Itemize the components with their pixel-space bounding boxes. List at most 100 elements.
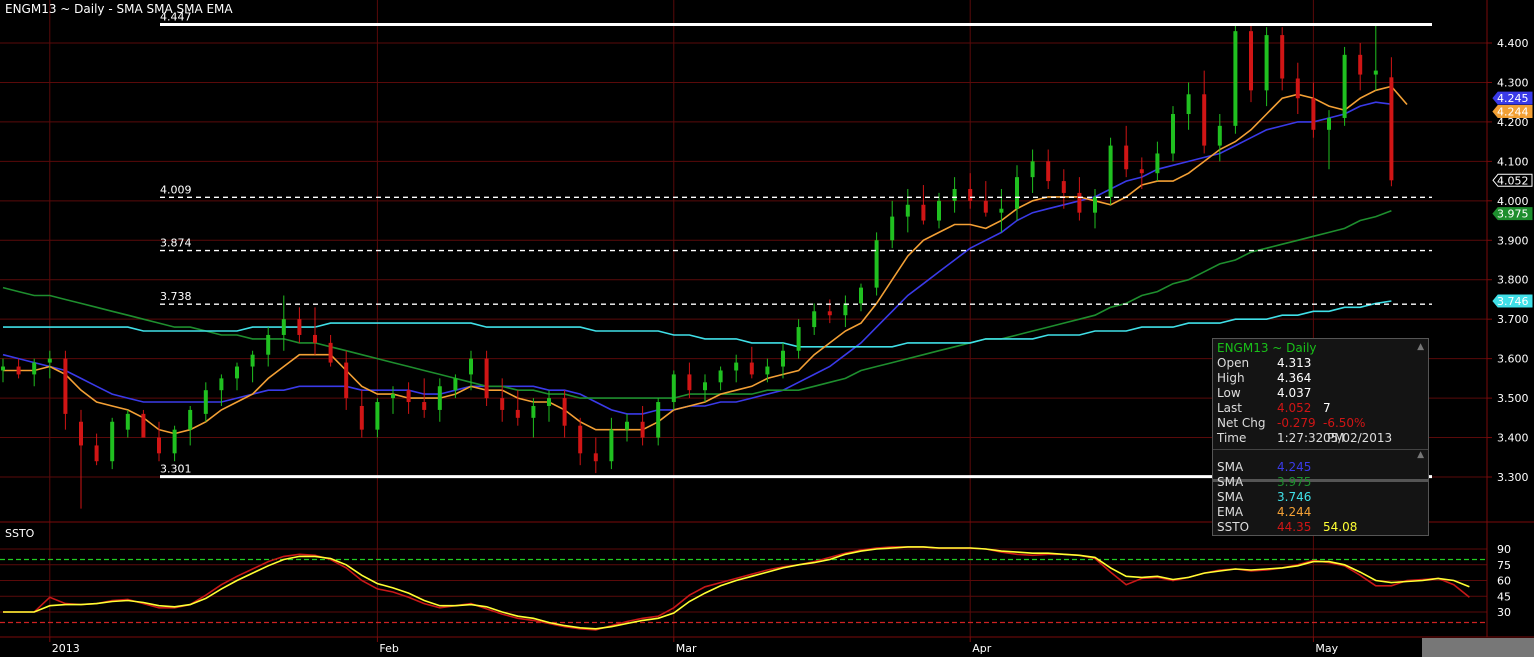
data-window-label: High [1217,371,1277,386]
candle-body [1249,31,1253,90]
candle-body [391,394,395,398]
candle-body [95,445,99,461]
data-window-label: SMA [1217,460,1277,475]
candle-body [625,422,629,430]
y-tick-label: 4.100 [1497,155,1529,168]
candle-body [48,359,52,363]
y-tick-label: 3.800 [1497,274,1529,287]
y-tick-label: 4.300 [1497,76,1529,89]
candle-body [79,422,83,446]
candle-body [687,374,691,390]
candle-body [1077,193,1081,213]
data-window-label: Net Chg [1217,416,1277,431]
data-window-label: SSTO [1217,520,1277,535]
data-window-value: 4.245 [1277,460,1357,475]
y-tick-label: 3.600 [1497,353,1529,366]
collapse-caret-icon[interactable]: ▲ [1417,342,1424,352]
candle-body [469,359,473,375]
candle-body [251,355,255,367]
ssto-tick-label: 60 [1497,575,1511,588]
candle-body [906,205,910,217]
data-window-label: Last [1217,401,1277,416]
divider [1213,449,1428,450]
candle-body [1155,153,1159,173]
data-window-extra-value: 05/02/2013 [1323,431,1413,446]
chart-background [0,0,1534,657]
data-window-label: Low [1217,386,1277,401]
scroll-thumb[interactable] [1422,638,1534,657]
ssto-tick-label: 30 [1497,606,1511,619]
candle-body [531,406,535,418]
data-window-row: SSTO44.3554.08 [1217,520,1417,535]
candle-body [344,363,348,399]
candle-body [375,402,379,430]
data-window-row: Time1:27:32 PM05/02/2013 [1217,431,1417,446]
collapse-caret-icon[interactable]: ▲ [1417,450,1424,460]
candle-body [765,367,769,375]
candle-body [453,378,457,390]
data-window-row: Open4.313 [1217,356,1417,371]
candle-body [719,370,723,382]
candle-body [204,390,208,414]
ssto-tick-label: 45 [1497,590,1511,603]
candle-body [219,378,223,390]
candle-body [641,422,645,438]
x-tick-label: May [1315,642,1338,655]
candle-body [1,367,5,371]
ssto-label: SSTO [5,527,35,540]
candle-body [859,288,863,304]
candle-body [32,363,36,375]
level-label: 3.874 [160,237,192,250]
candle-body [734,363,738,371]
data-window-row: Last4.0527 [1217,401,1417,416]
candle-body [843,303,847,315]
candle-body [1296,79,1300,99]
chart-title: ENGM13 ~ Daily - SMA SMA SMA EMA [5,2,233,16]
level-label: 4.009 [160,183,192,196]
data-window-title: ENGM13 ~ Daily [1217,341,1317,355]
candle-body [875,240,879,287]
candle-body [1031,161,1035,177]
candle-body [422,402,426,410]
data-window-value: 4.037 [1277,386,1357,401]
candle-body [157,438,161,454]
candle-body [1374,71,1378,75]
candle-body [1311,98,1315,130]
candle-body [594,453,598,461]
x-tick-label: Apr [972,642,992,655]
data-window-extra-value: 7 [1323,401,1413,416]
data-window-extra-value: 54.08 [1323,520,1413,535]
data-window-value: 4.313 [1277,356,1357,371]
candle-body [1343,55,1347,118]
candle-body [656,402,660,438]
candle-body [63,359,67,414]
price-marker-label: 3.746 [1497,295,1529,308]
data-window-row: Low4.037 [1217,386,1417,401]
y-tick-label: 3.700 [1497,313,1529,326]
candle-body [1109,146,1113,197]
candle-body [516,410,520,418]
candle-body [110,422,114,461]
data-window-value: 4.244 [1277,505,1357,520]
candle-body [1218,126,1222,146]
level-label: 3.738 [160,290,192,303]
data-window[interactable]: ENGM13 ~ Daily ▲ Open4.313High4.364Low4.… [1212,338,1429,536]
candle-body [1140,169,1144,173]
candle-body [1389,77,1393,180]
candle-body [1062,181,1066,193]
y-tick-label: 4.000 [1497,195,1529,208]
data-window-label: Open [1217,356,1277,371]
candle-body [438,386,442,410]
candle-body [1233,31,1237,126]
candle-body [188,410,192,430]
data-window-row: Net Chg-0.279-6.50% [1217,416,1417,431]
candle-body [563,398,567,426]
candle-body [485,359,489,398]
candle-body [266,335,270,355]
candle-body [750,363,754,375]
candle-body [937,201,941,221]
candle-body [921,205,925,221]
candle-body [781,351,785,367]
price-marker-label: 4.244 [1497,106,1529,119]
data-window-label: EMA [1217,505,1277,520]
